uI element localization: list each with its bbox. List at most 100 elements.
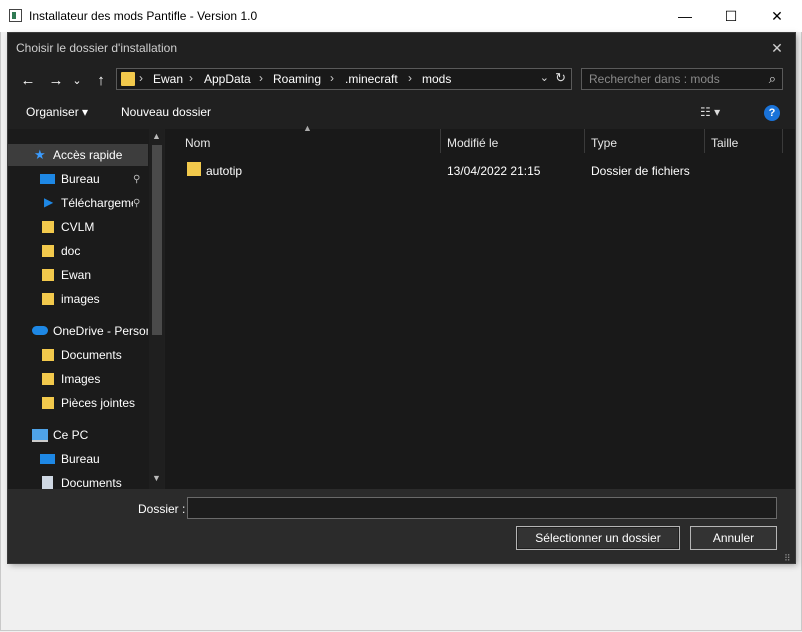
app-icon: [9, 9, 22, 22]
folder-icon: [42, 397, 54, 409]
sidebar-item-label: CVLM: [61, 220, 95, 234]
back-button[interactable]: ←: [17, 69, 39, 91]
dialog-footer: Dossier : Sélectionner un dossier Annule…: [8, 489, 795, 563]
sidebar-item-pc-documents[interactable]: Documents: [8, 472, 148, 489]
breadcrumb-roaming[interactable]: Roaming: [273, 72, 321, 86]
refresh-icon[interactable]: ↻: [555, 70, 566, 86]
folder-icon: [42, 245, 54, 257]
pc-icon: [32, 429, 48, 442]
column-header-modified[interactable]: Modifié le: [447, 136, 498, 150]
sidebar-item-downloads[interactable]: ▶ Téléchargements ⚲: [8, 192, 148, 214]
sidebar-item-quick-access[interactable]: ★ Accès rapide: [8, 144, 148, 166]
search-box[interactable]: ⌕: [581, 68, 783, 90]
pin-icon: ⚲: [133, 173, 141, 185]
scroll-up-icon[interactable]: ▲: [152, 131, 161, 141]
desktop-icon: [40, 454, 55, 464]
cloud-icon: [32, 326, 48, 335]
view-options-button[interactable]: ☷ ▾: [700, 105, 720, 119]
sidebar-item-images-onedrive[interactable]: Images: [8, 368, 148, 390]
sidebar-item-attachments[interactable]: Pièces jointes: [8, 392, 148, 414]
sidebar-item-label: Images: [61, 372, 101, 386]
folder-picker-dialog: Choisir le dossier d'installation ✕ ← → …: [8, 33, 795, 563]
desktop-icon: [40, 174, 55, 184]
file-list: ▲ Nom Modifié le Type Taille autotip 13/…: [165, 123, 795, 489]
address-bar[interactable]: › Ewan › AppData › Roaming › .minecraft …: [116, 68, 572, 90]
table-row[interactable]: autotip 13/04/2022 21:15 Dossier de fich…: [165, 156, 795, 178]
column-header-type[interactable]: Type: [591, 136, 617, 150]
sidebar-item-label: Bureau: [61, 452, 100, 466]
column-header-size[interactable]: Taille: [711, 136, 738, 150]
sidebar-item-label: OneDrive - Personal: [53, 324, 148, 338]
sidebar-item-label: Téléchargements: [61, 196, 133, 210]
sidebar-item-this-pc[interactable]: Ce PC: [8, 424, 148, 446]
minimize-button[interactable]: —: [662, 0, 708, 32]
sidebar-item-label: Ce PC: [53, 428, 89, 442]
folder-icon: [187, 162, 201, 176]
sidebar-item-pc-desktop[interactable]: Bureau: [8, 448, 148, 470]
column-divider[interactable]: [704, 129, 705, 153]
new-folder-button[interactable]: Nouveau dossier: [121, 105, 211, 119]
column-header-name[interactable]: Nom: [185, 136, 210, 150]
select-folder-button[interactable]: Sélectionner un dossier: [516, 526, 680, 550]
folder-icon: [42, 373, 54, 385]
recent-locations-button[interactable]: ⌄: [70, 69, 84, 91]
folder-icon: [42, 221, 54, 233]
sidebar-item-label: doc: [61, 244, 81, 258]
search-input[interactable]: [589, 72, 759, 86]
chevron-down-icon[interactable]: ⌄: [540, 71, 549, 84]
sidebar-item-label: Documents: [61, 348, 122, 362]
folder-icon: [121, 72, 135, 86]
sidebar-item-label: Documents: [61, 476, 122, 489]
breadcrumb-separator: ›: [259, 71, 263, 85]
folder-icon: [42, 293, 54, 305]
close-button[interactable]: ✕: [754, 0, 800, 32]
breadcrumb-minecraft[interactable]: .minecraft: [345, 72, 398, 86]
maximize-button[interactable]: ☐: [708, 0, 754, 32]
forward-button[interactable]: →: [45, 69, 67, 91]
folder-name-input[interactable]: [187, 497, 777, 519]
file-name[interactable]: autotip: [206, 164, 242, 178]
sort-ascending-icon: ▲: [303, 123, 312, 133]
resize-grip-icon[interactable]: ⠿: [784, 553, 791, 564]
breadcrumb-separator: ›: [330, 71, 334, 85]
column-divider[interactable]: [440, 129, 441, 153]
sidebar-item-label: images: [61, 292, 100, 306]
download-icon: ▶: [44, 195, 54, 209]
sidebar-item-doc[interactable]: doc: [8, 240, 148, 262]
folder-icon: [42, 349, 54, 361]
sidebar-item-documents[interactable]: Documents: [8, 344, 148, 366]
app-title: Installateur des mods Pantifle - Version…: [29, 9, 258, 23]
document-icon: [42, 476, 53, 489]
breadcrumb-separator: ›: [189, 71, 193, 85]
file-modified: 13/04/2022 21:15: [447, 164, 541, 178]
search-icon[interactable]: ⌕: [769, 71, 776, 87]
scrollbar-thumb[interactable]: [152, 145, 162, 335]
cancel-button[interactable]: Annuler: [690, 526, 777, 550]
breadcrumb-separator: ›: [408, 71, 412, 85]
sidebar-item-ewan[interactable]: Ewan: [8, 264, 148, 286]
breadcrumb-mods[interactable]: mods: [422, 72, 451, 86]
organize-menu-button[interactable]: Organiser ▾: [26, 105, 88, 119]
column-divider[interactable]: [584, 129, 585, 153]
sidebar-item-desktop[interactable]: Bureau ⚲: [8, 168, 148, 190]
app-title-bar: Installateur des mods Pantifle - Version…: [0, 0, 802, 32]
sidebar-item-label: Accès rapide: [53, 148, 123, 162]
sidebar-item-label: Ewan: [61, 268, 92, 282]
sidebar-item-images[interactable]: images: [8, 288, 148, 310]
dialog-title: Choisir le dossier d'installation: [16, 41, 178, 55]
up-button[interactable]: ↑: [90, 69, 112, 91]
sidebar-item-onedrive[interactable]: OneDrive - Personal: [8, 320, 148, 342]
pin-icon: ⚲: [133, 197, 141, 209]
help-icon[interactable]: ?: [764, 105, 780, 121]
breadcrumb-appdata[interactable]: AppData: [204, 72, 251, 86]
sidebar-item-cvlm[interactable]: CVLM: [8, 216, 148, 238]
scroll-down-icon[interactable]: ▼: [152, 473, 161, 483]
navigation-pane: ★ Accès rapide Bureau ⚲ ▶ Téléchargement…: [8, 129, 164, 489]
sidebar-item-label: Pièces jointes: [61, 396, 136, 410]
column-header-row: ▲ Nom Modifié le Type Taille: [165, 123, 795, 153]
breadcrumb-ewan[interactable]: Ewan: [153, 72, 183, 86]
dialog-close-button[interactable]: ✕: [767, 38, 787, 58]
breadcrumb-separator: ›: [139, 71, 143, 85]
column-divider[interactable]: [782, 129, 783, 153]
folder-icon: [42, 269, 54, 281]
